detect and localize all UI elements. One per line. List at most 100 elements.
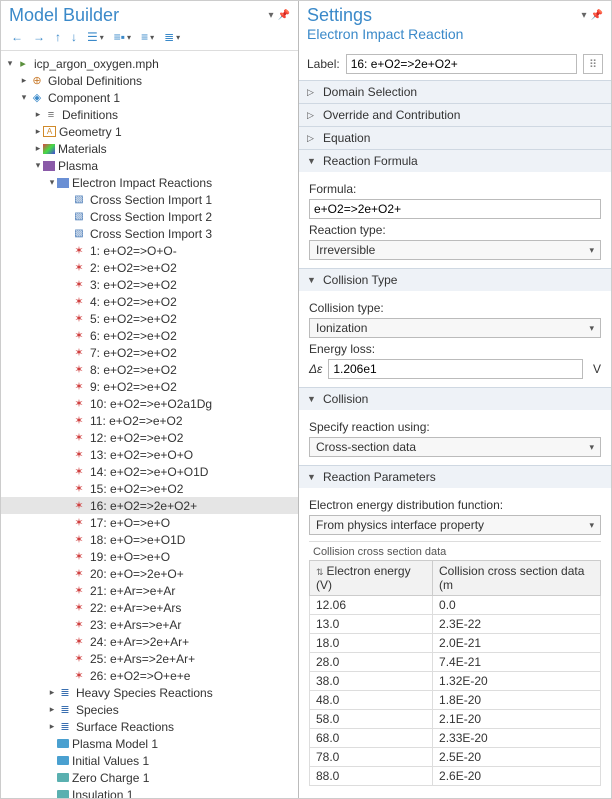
tree-node[interactable]: ✶2: e+O2=>e+O2 xyxy=(1,259,298,276)
tree-node[interactable]: ✶13: e+O2=>e+O+O xyxy=(1,446,298,463)
table-row[interactable]: 68.02.33E-20 xyxy=(310,729,601,748)
table-cell[interactable]: 2.6E-20 xyxy=(433,767,601,786)
table-cell[interactable]: 12.06 xyxy=(310,596,433,615)
tree-node[interactable]: ✶10: e+O2=>e+O2a1Dg xyxy=(1,395,298,412)
pin-icon[interactable]: 📌 xyxy=(591,10,603,21)
expand-arrow-icon[interactable]: ▸ xyxy=(33,126,43,137)
tree-node[interactable]: ▸Materials xyxy=(1,140,298,157)
nav-up-button[interactable]: ↑ xyxy=(51,28,65,46)
tree-node[interactable]: ✶14: e+O2=>e+O+O1D xyxy=(1,463,298,480)
nav-fwd-button[interactable]: → xyxy=(29,28,49,46)
table-cell[interactable]: 58.0 xyxy=(310,710,433,729)
tree-node[interactable]: ✶18: e+O=>e+O1D xyxy=(1,531,298,548)
table-cell[interactable]: 48.0 xyxy=(310,691,433,710)
collapse-button[interactable]: ≡▪ xyxy=(110,28,135,46)
table-cell[interactable]: 2.1E-20 xyxy=(433,710,601,729)
tree-node[interactable]: Insulation 1 xyxy=(1,786,298,798)
table-cell[interactable]: 68.0 xyxy=(310,729,433,748)
tree-node[interactable]: ▾◈Component 1 xyxy=(1,89,298,106)
table-cell[interactable]: 1.8E-20 xyxy=(433,691,601,710)
expand-arrow-icon[interactable]: ▸ xyxy=(47,721,57,732)
tree-node[interactable]: ▧Cross Section Import 1 xyxy=(1,191,298,208)
tree-node[interactable]: ✶19: e+O=>e+O xyxy=(1,548,298,565)
table-cell[interactable]: 28.0 xyxy=(310,653,433,672)
tag-button[interactable]: ⠿ xyxy=(583,54,603,74)
tree-node[interactable]: ▾Plasma xyxy=(1,157,298,174)
expand-arrow-icon[interactable]: ▸ xyxy=(33,109,43,120)
label-input[interactable] xyxy=(346,54,577,74)
tree-node[interactable]: ✶24: e+Ar=>2e+Ar+ xyxy=(1,633,298,650)
section-domain-selection[interactable]: ▷Domain Selection xyxy=(299,81,611,103)
tree-node[interactable]: ✶25: e+Ars=>2e+Ar+ xyxy=(1,650,298,667)
formula-input[interactable] xyxy=(309,199,601,219)
pin-icon[interactable]: 📌 xyxy=(278,10,290,21)
table-cell[interactable]: 2.3E-22 xyxy=(433,615,601,634)
minimize-icon[interactable]: ▾ xyxy=(269,10,274,21)
section-override[interactable]: ▷Override and Contribution xyxy=(299,104,611,126)
table-row[interactable]: 78.02.5E-20 xyxy=(310,748,601,767)
model-tree[interactable]: ▾▸icp_argon_oxygen.mph▸⊕Global Definitio… xyxy=(1,51,298,798)
tree-node[interactable]: ✶12: e+O2=>e+O2 xyxy=(1,429,298,446)
reaction-type-dropdown[interactable]: Irreversible xyxy=(309,240,601,260)
section-reaction-parameters[interactable]: ▼Reaction Parameters xyxy=(299,466,611,488)
expand-arrow-icon[interactable]: ▾ xyxy=(33,160,43,171)
tree-node[interactable]: ✶9: e+O2=>e+O2 xyxy=(1,378,298,395)
section-collision[interactable]: ▼Collision xyxy=(299,388,611,410)
tree-node[interactable]: ✶17: e+O=>e+O xyxy=(1,514,298,531)
table-cell[interactable]: 88.0 xyxy=(310,767,433,786)
tree-node[interactable]: ▾▸icp_argon_oxygen.mph xyxy=(1,55,298,72)
table-cell[interactable]: 0.0 xyxy=(433,596,601,615)
tree-node[interactable]: ✶16: e+O2=>2e+O2+ xyxy=(1,497,298,514)
table-row[interactable]: 12.060.0 xyxy=(310,596,601,615)
tree-node[interactable]: ▸≣Heavy Species Reactions xyxy=(1,684,298,701)
table-cell[interactable]: 2.5E-20 xyxy=(433,748,601,767)
cross-section-table[interactable]: ⇅Electron energy (V) Collision cross sec… xyxy=(309,560,601,786)
show-button[interactable]: ☰ xyxy=(83,28,108,46)
tree-node[interactable]: ✶22: e+Ar=>e+Ars xyxy=(1,599,298,616)
expand-arrow-icon[interactable]: ▸ xyxy=(47,687,57,698)
eedf-dropdown[interactable]: From physics interface property xyxy=(309,515,601,535)
tree-node[interactable]: ✶23: e+Ars=>e+Ar xyxy=(1,616,298,633)
table-row[interactable]: 88.02.6E-20 xyxy=(310,767,601,786)
tree-node[interactable]: ✶8: e+O2=>e+O2 xyxy=(1,361,298,378)
tree-node[interactable]: ▸≣Species xyxy=(1,701,298,718)
table-row[interactable]: 13.02.3E-22 xyxy=(310,615,601,634)
expand-arrow-icon[interactable]: ▾ xyxy=(5,58,15,69)
tree-node[interactable]: ✶15: e+O2=>e+O2 xyxy=(1,480,298,497)
tree-node[interactable]: ✶20: e+O=>2e+O+ xyxy=(1,565,298,582)
table-cell[interactable]: 18.0 xyxy=(310,634,433,653)
table-row[interactable]: 58.02.1E-20 xyxy=(310,710,601,729)
expand-arrow-icon[interactable]: ▸ xyxy=(33,143,43,154)
tree-node[interactable]: ✶3: e+O2=>e+O2 xyxy=(1,276,298,293)
tree-node[interactable]: ▸AGeometry 1 xyxy=(1,123,298,140)
tree-node[interactable]: ▸⊕Global Definitions xyxy=(1,72,298,89)
table-header-energy[interactable]: ⇅Electron energy (V) xyxy=(310,561,433,596)
tree-node[interactable]: ✶1: e+O2=>O+O- xyxy=(1,242,298,259)
expand-button[interactable]: ≡ xyxy=(137,28,158,46)
tree-node[interactable]: ▸≣Surface Reactions xyxy=(1,718,298,735)
tree-node[interactable]: ✶5: e+O2=>e+O2 xyxy=(1,310,298,327)
tree-node[interactable]: ▾Electron Impact Reactions xyxy=(1,174,298,191)
tree-node[interactable]: ✶7: e+O2=>e+O2 xyxy=(1,344,298,361)
section-reaction-formula[interactable]: ▼Reaction Formula xyxy=(299,150,611,172)
table-cell[interactable]: 78.0 xyxy=(310,748,433,767)
minimize-icon[interactable]: ▾ xyxy=(582,10,587,21)
specify-reaction-dropdown[interactable]: Cross-section data xyxy=(309,437,601,457)
tree-node[interactable]: Initial Values 1 xyxy=(1,752,298,769)
table-cell[interactable]: 1.32E-20 xyxy=(433,672,601,691)
tree-node[interactable]: Zero Charge 1 xyxy=(1,769,298,786)
nav-back-button[interactable]: ← xyxy=(7,28,27,46)
tree-node[interactable]: ▸≡Definitions xyxy=(1,106,298,123)
table-row[interactable]: 18.02.0E-21 xyxy=(310,634,601,653)
table-row[interactable]: 28.07.4E-21 xyxy=(310,653,601,672)
table-cell[interactable]: 38.0 xyxy=(310,672,433,691)
tree-node[interactable]: ✶6: e+O2=>e+O2 xyxy=(1,327,298,344)
table-row[interactable]: 48.01.8E-20 xyxy=(310,691,601,710)
tree-node[interactable]: ✶11: e+O2=>e+O2 xyxy=(1,412,298,429)
tree-node[interactable]: ✶4: e+O2=>e+O2 xyxy=(1,293,298,310)
section-collision-type[interactable]: ▼Collision Type xyxy=(299,269,611,291)
nav-down-button[interactable]: ↓ xyxy=(67,28,81,46)
table-cell[interactable]: 7.4E-21 xyxy=(433,653,601,672)
tree-node[interactable]: Plasma Model 1 xyxy=(1,735,298,752)
tree-node[interactable]: ▧Cross Section Import 2 xyxy=(1,208,298,225)
